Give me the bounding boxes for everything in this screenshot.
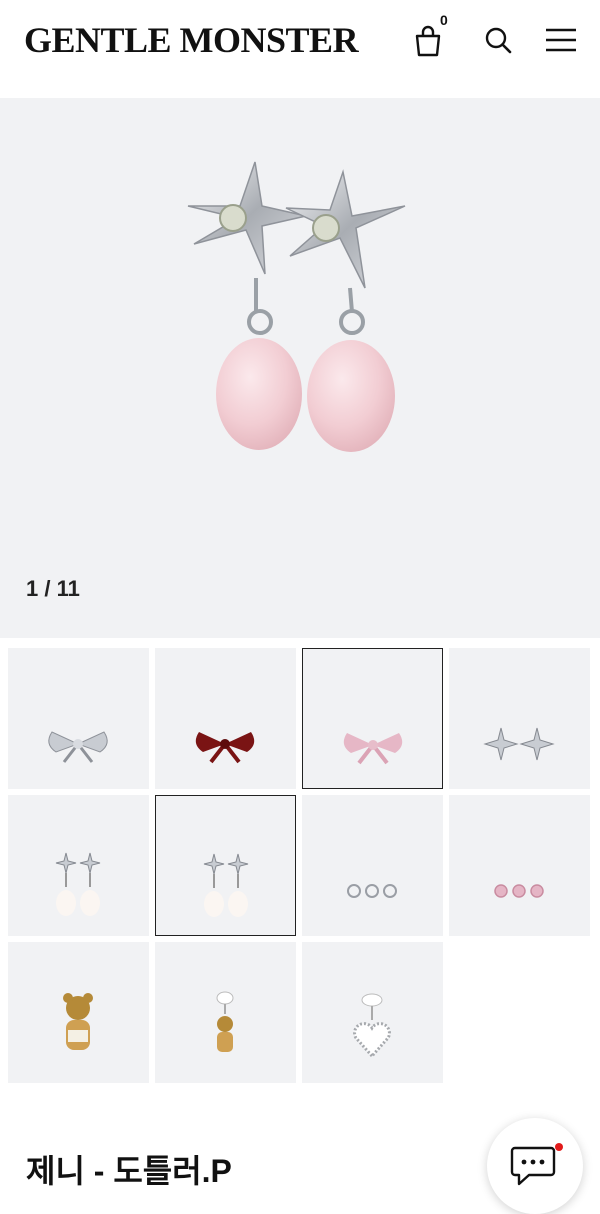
thumbnail-red-bow[interactable]: [155, 648, 296, 789]
chat-bubble-icon: [510, 1146, 556, 1186]
cart-count-badge: 0: [440, 12, 448, 28]
chat-notification-dot: [555, 1143, 563, 1151]
product-image-gallery[interactable]: 1 / 11: [0, 98, 600, 638]
product-main-image: [187, 161, 406, 452]
hamburger-menu-icon[interactable]: [543, 22, 579, 58]
thumbnail-silver-hearts[interactable]: [302, 795, 443, 936]
thumbnail-star-studs[interactable]: [449, 648, 590, 789]
thumbnail-star-pearl-earrings[interactable]: [8, 795, 149, 936]
brand-logo[interactable]: GENTLE MONSTER: [24, 18, 359, 62]
thumbnail-bear-charm[interactable]: [8, 942, 149, 1083]
thumbnail-star-pearl-earrings-alt[interactable]: [155, 795, 296, 936]
thumbnail-pink-hearts[interactable]: [449, 795, 590, 936]
image-counter: 1 / 11: [26, 576, 80, 601]
thumbnail-bear-drop[interactable]: [155, 942, 296, 1083]
search-icon[interactable]: [480, 22, 516, 58]
thumbnail-heart-pendant[interactable]: [302, 942, 443, 1083]
thumbnail-silver-bow[interactable]: [8, 648, 149, 789]
header: GENTLE MONSTER 0: [0, 0, 600, 98]
thumbnail-pink-bow[interactable]: [302, 648, 443, 789]
product-title: 제니 - 도틀러.P: [26, 1153, 232, 1189]
